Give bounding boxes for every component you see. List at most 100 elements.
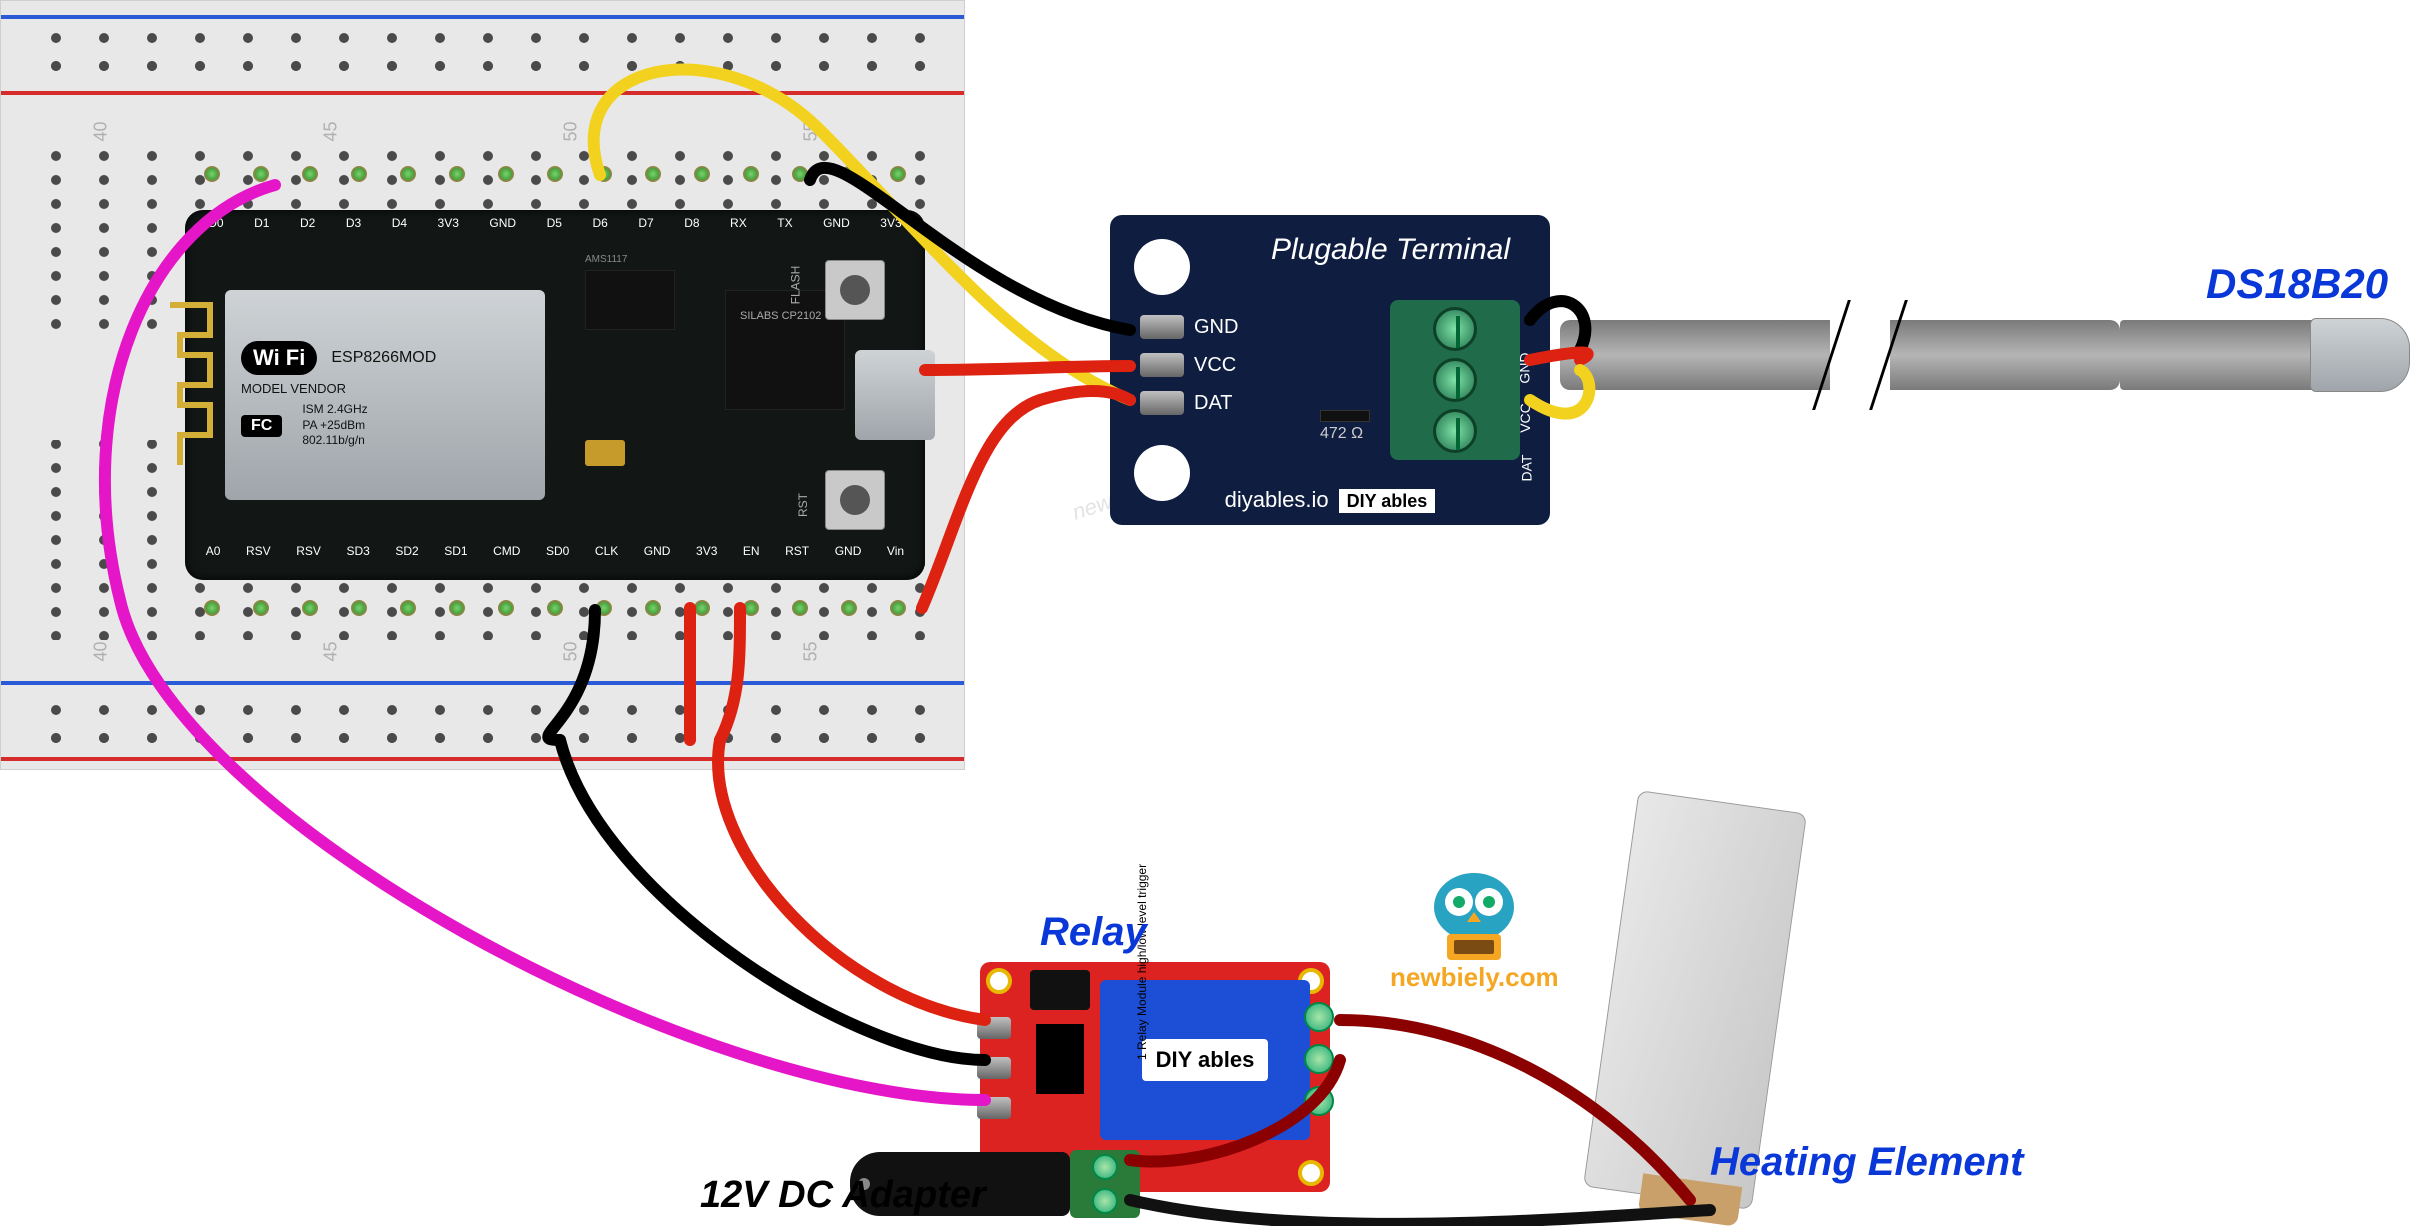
pin-labels-top: D0D1D2D3D43V3GNDD5D6D7D8RXTXGND3V3 bbox=[185, 216, 925, 246]
mounting-hole bbox=[1298, 1160, 1324, 1186]
pin-label: RSV bbox=[246, 544, 271, 574]
regulator-label: AMS1117 bbox=[585, 254, 627, 265]
solder-pad[interactable] bbox=[743, 166, 759, 182]
pin-label: RSV bbox=[296, 544, 321, 574]
usb-chip-label: SILABS CP2102 bbox=[740, 310, 830, 322]
pin-label: GND bbox=[489, 216, 516, 246]
solder-pad[interactable] bbox=[253, 166, 269, 182]
pin-label: SD2 bbox=[395, 544, 418, 574]
nodemcu-esp8266: D0D1D2D3D43V3GNDD5D6D7D8RXTXGND3V3 A0RSV… bbox=[185, 210, 925, 580]
screw-gnd[interactable] bbox=[1433, 307, 1477, 351]
flash-button[interactable] bbox=[825, 260, 885, 320]
solder-pad[interactable] bbox=[351, 600, 367, 616]
esp8266-shield: Wi Fi ESP8266MOD MODEL VENDOR FC ISM 2.4… bbox=[225, 290, 545, 500]
solder-pad[interactable] bbox=[841, 166, 857, 182]
solder-pad[interactable] bbox=[449, 600, 465, 616]
pin-label: D4 bbox=[392, 216, 407, 246]
terminal-header: GND VCC DAT bbox=[1140, 315, 1238, 415]
pin-label: D3 bbox=[346, 216, 361, 246]
pin-label: D6 bbox=[592, 216, 607, 246]
newbiely-brand-text: newbiely.com bbox=[1390, 962, 1559, 992]
shield-std: 802.11b/g/n bbox=[302, 433, 367, 449]
solder-pad[interactable] bbox=[400, 600, 416, 616]
solder-pad[interactable] bbox=[400, 166, 416, 182]
solder-pad[interactable] bbox=[253, 600, 269, 616]
screw-terminal-block bbox=[1390, 300, 1520, 460]
pin-label: GND bbox=[644, 544, 671, 574]
terminal-adapter-module: Plugable Terminal GND VCC DAT 472 Ω DAT … bbox=[1110, 215, 1550, 525]
micro-usb-port[interactable] bbox=[855, 350, 935, 440]
pin-label: D8 bbox=[684, 216, 699, 246]
solder-pad[interactable] bbox=[841, 600, 857, 616]
dc-jack-screw-pos[interactable] bbox=[1092, 1154, 1118, 1180]
relay-label: Relay bbox=[1040, 910, 1147, 955]
solder-pad[interactable] bbox=[498, 600, 514, 616]
pin-label: D7 bbox=[638, 216, 653, 246]
reset-label: RST bbox=[796, 493, 810, 517]
solder-pad[interactable] bbox=[743, 600, 759, 616]
solder-pad[interactable] bbox=[204, 166, 220, 182]
terminal-pin-label: VCC bbox=[1194, 354, 1236, 377]
solder-pad[interactable] bbox=[351, 166, 367, 182]
solder-pad[interactable] bbox=[302, 600, 318, 616]
pin-label: RST bbox=[785, 544, 809, 574]
pin-header-top bbox=[187, 166, 923, 190]
reset-button[interactable] bbox=[825, 470, 885, 530]
solder-pad[interactable] bbox=[498, 166, 514, 182]
screw-label-dat: DAT bbox=[1519, 455, 1535, 482]
terminal-pin-label: DAT bbox=[1194, 392, 1233, 415]
relay-side-text: 1 Relay Module high/low level trigger bbox=[1135, 0, 1149, 1060]
relay-pin-dcplus[interactable] bbox=[977, 1017, 1011, 1039]
pin-label: RX bbox=[730, 216, 747, 246]
pin-label: D1 bbox=[254, 216, 269, 246]
shield-pa: PA +25dBm bbox=[302, 418, 367, 434]
terminal-title: Plugable Terminal bbox=[1271, 233, 1510, 267]
pin-label: D2 bbox=[300, 216, 315, 246]
relay-pin-in[interactable] bbox=[977, 1097, 1011, 1119]
fcc-logo-icon: FC bbox=[241, 415, 282, 437]
solder-pad[interactable] bbox=[645, 166, 661, 182]
relay-trigger-jumper[interactable] bbox=[1030, 970, 1090, 1010]
pin-label: CLK bbox=[595, 544, 618, 574]
solder-pad[interactable] bbox=[890, 600, 906, 616]
pin-label: 3V3 bbox=[438, 216, 459, 246]
solder-pad[interactable] bbox=[645, 600, 661, 616]
pin-label: CMD bbox=[493, 544, 520, 574]
dc-jack-screw-neg[interactable] bbox=[1092, 1188, 1118, 1214]
solder-pad[interactable] bbox=[694, 166, 710, 182]
solder-pad[interactable] bbox=[547, 166, 563, 182]
screw-dat[interactable] bbox=[1433, 409, 1477, 453]
pcb-antenna bbox=[165, 300, 215, 470]
solder-pad[interactable] bbox=[792, 600, 808, 616]
ds18b20-label: DS18B20 bbox=[2206, 260, 2388, 308]
pin-labels-bottom: A0RSVRSVSD3SD2SD1CMDSD0CLKGND3V3ENRSTGND… bbox=[185, 544, 925, 574]
diyables-logo-icon: DIY ables bbox=[1142, 1039, 1269, 1081]
diyables-logo-icon: DIY ables bbox=[1339, 489, 1436, 513]
ds18b20-probe bbox=[2310, 318, 2410, 392]
relay-driver-ic bbox=[1036, 1024, 1084, 1094]
solder-pad[interactable] bbox=[204, 600, 220, 616]
solder-pad[interactable] bbox=[547, 600, 563, 616]
pin-label: 3V3 bbox=[696, 544, 717, 574]
solder-pad[interactable] bbox=[890, 166, 906, 182]
regulator-ic bbox=[585, 270, 675, 330]
relay-output-terminal bbox=[1304, 1002, 1334, 1116]
relay-screw-nc[interactable] bbox=[1304, 1086, 1334, 1116]
relay-screw-com[interactable] bbox=[1304, 1044, 1334, 1074]
solder-pad[interactable] bbox=[596, 166, 612, 182]
flash-label: FLASH bbox=[789, 266, 803, 305]
pullup-resistor bbox=[1320, 410, 1370, 422]
solder-pad[interactable] bbox=[792, 166, 808, 182]
shield-vendor: MODEL VENDOR bbox=[241, 381, 346, 396]
relay-pin-dcminus[interactable] bbox=[977, 1057, 1011, 1079]
solder-pad[interactable] bbox=[694, 600, 710, 616]
pin-label: Vin bbox=[887, 544, 904, 574]
shield-model: ESP8266MOD bbox=[331, 349, 436, 367]
pin-label: D5 bbox=[547, 216, 562, 246]
solder-pad[interactable] bbox=[302, 166, 318, 182]
relay-screw-no[interactable] bbox=[1304, 1002, 1334, 1032]
solder-pad[interactable] bbox=[596, 600, 612, 616]
wifi-badge: Wi Fi bbox=[241, 341, 317, 375]
screw-vcc[interactable] bbox=[1433, 358, 1477, 402]
solder-pad[interactable] bbox=[449, 166, 465, 182]
